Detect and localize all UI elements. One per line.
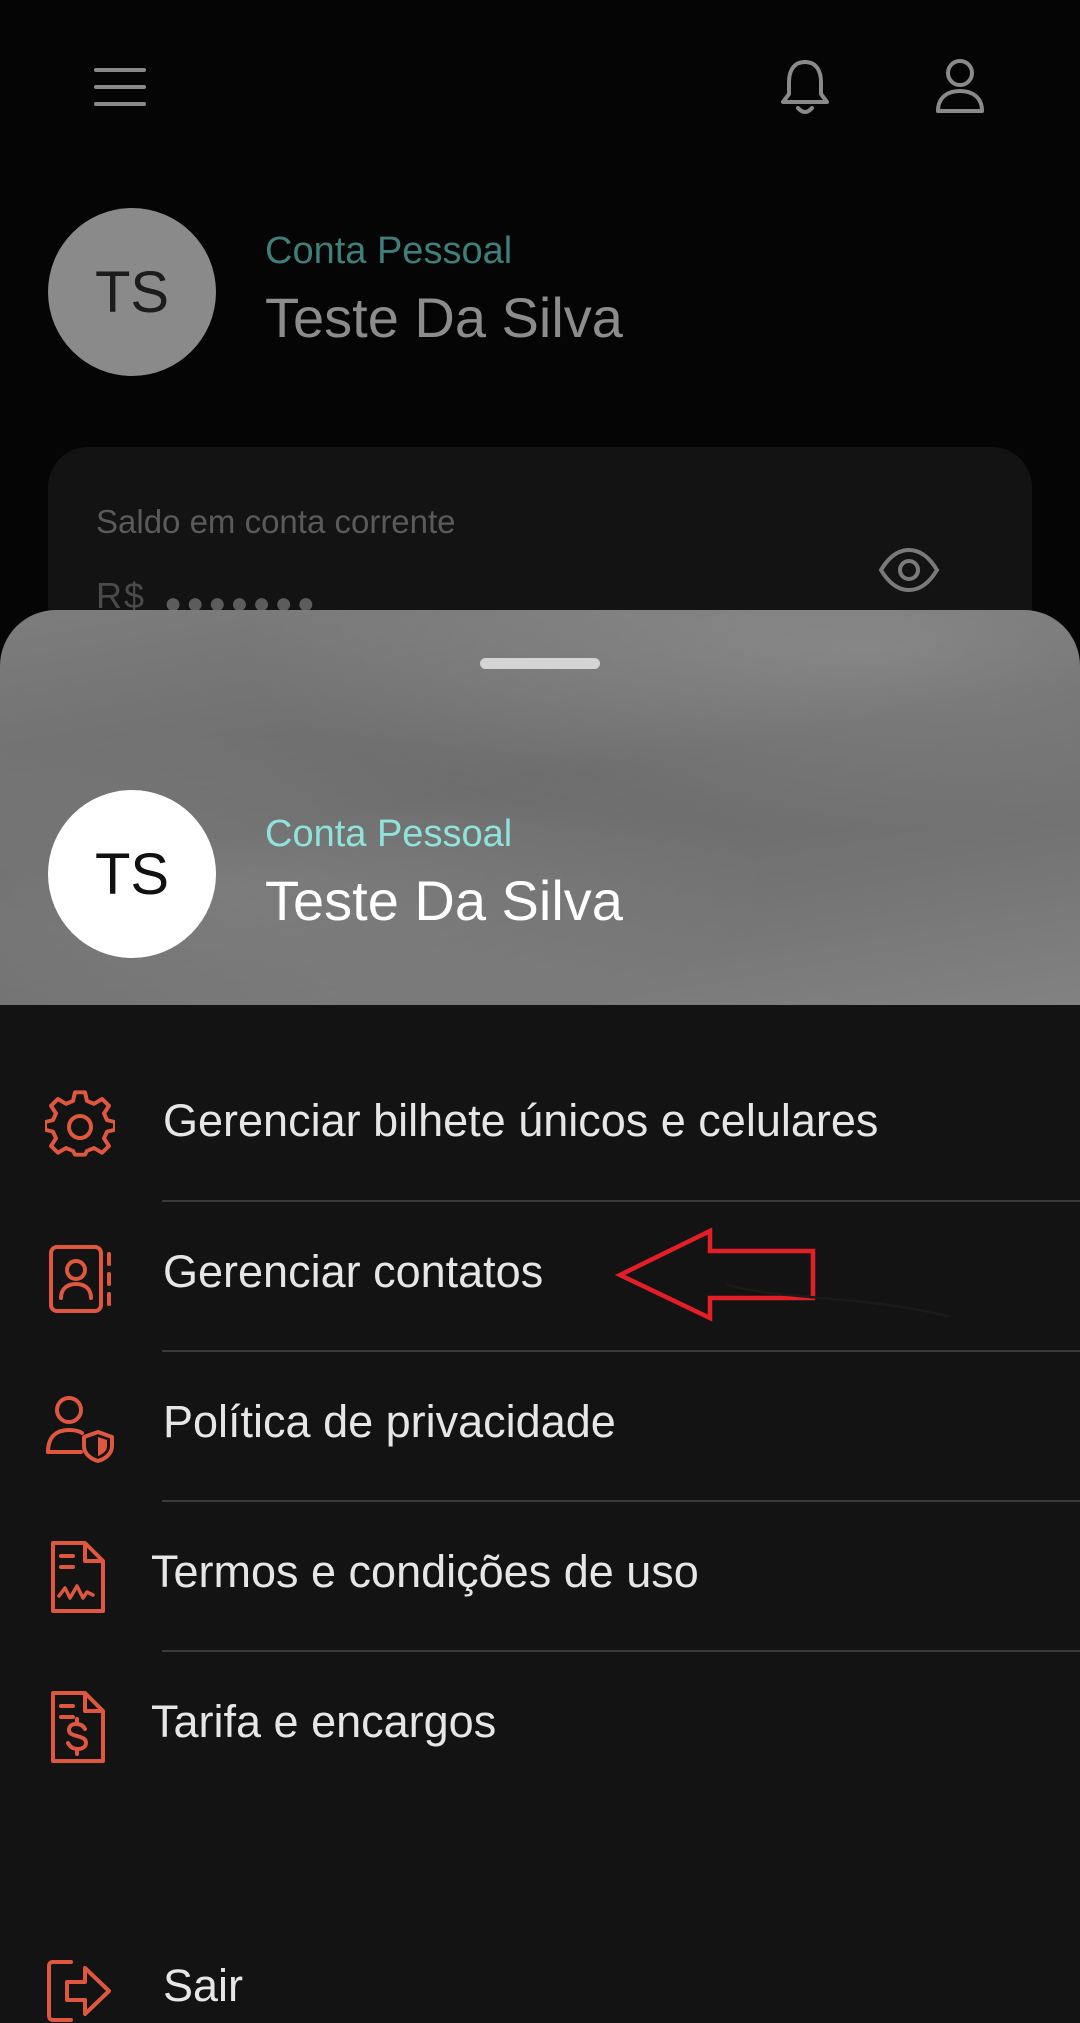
logout-label: Sair xyxy=(163,1960,244,2011)
user-icon[interactable] xyxy=(932,56,988,116)
balance-label: Saldo em conta corrente xyxy=(96,503,456,540)
gear-icon xyxy=(43,1090,117,1160)
menu-item-manage-tickets-phones[interactable]: Gerenciar bilhete únicos e celulares xyxy=(0,1047,1080,1197)
dollar-document-icon xyxy=(45,1690,115,1763)
sheet-account-type-label: Conta Pessoal xyxy=(265,813,513,855)
menu-item-label: Termos e condições de uso xyxy=(151,1546,699,1597)
account-bottom-sheet: TS Conta Pessoal Teste Da Silva Gerencia… xyxy=(0,610,1080,2023)
hamburger-menu-icon[interactable] xyxy=(90,62,150,112)
menu-item-label: Gerenciar contatos xyxy=(163,1246,544,1297)
menu-item-privacy-policy[interactable]: Política de privacidade xyxy=(0,1348,1080,1498)
menu-item-label: Política de privacidade xyxy=(163,1396,616,1447)
drag-handle[interactable] xyxy=(480,658,600,669)
avatar: TS xyxy=(48,208,216,376)
sheet-account-holder-name: Teste Da Silva xyxy=(265,869,623,932)
account-holder-name: Teste Da Silva xyxy=(265,286,623,349)
logout-icon xyxy=(45,1956,115,2023)
menu-item-label: Tarifa e encargos xyxy=(151,1696,497,1747)
menu-item-manage-contacts[interactable]: Gerenciar contatos xyxy=(0,1198,1080,1348)
contacts-book-icon xyxy=(45,1244,115,1314)
user-shield-icon xyxy=(45,1394,115,1464)
eye-icon[interactable] xyxy=(878,547,940,598)
account-type-label: Conta Pessoal xyxy=(265,230,513,272)
bell-icon[interactable] xyxy=(775,56,835,118)
sheet-avatar-initials: TS xyxy=(94,841,170,907)
home-screen-background: TS Conta Pessoal Teste Da Silva Saldo em… xyxy=(0,0,1080,747)
menu-item-terms-conditions[interactable]: Termos e condições de uso xyxy=(0,1498,1080,1648)
menu-item-label: Gerenciar bilhete únicos e celulares xyxy=(163,1095,879,1146)
document-icon xyxy=(45,1540,115,1613)
sheet-avatar: TS xyxy=(48,790,216,958)
sheet-header: TS Conta Pessoal Teste Da Silva xyxy=(0,610,1080,1005)
menu-item-fees-charges[interactable]: Tarifa e encargos xyxy=(0,1648,1080,1798)
logout-button[interactable]: Sair xyxy=(0,1920,1080,2023)
avatar-initials: TS xyxy=(94,259,170,325)
